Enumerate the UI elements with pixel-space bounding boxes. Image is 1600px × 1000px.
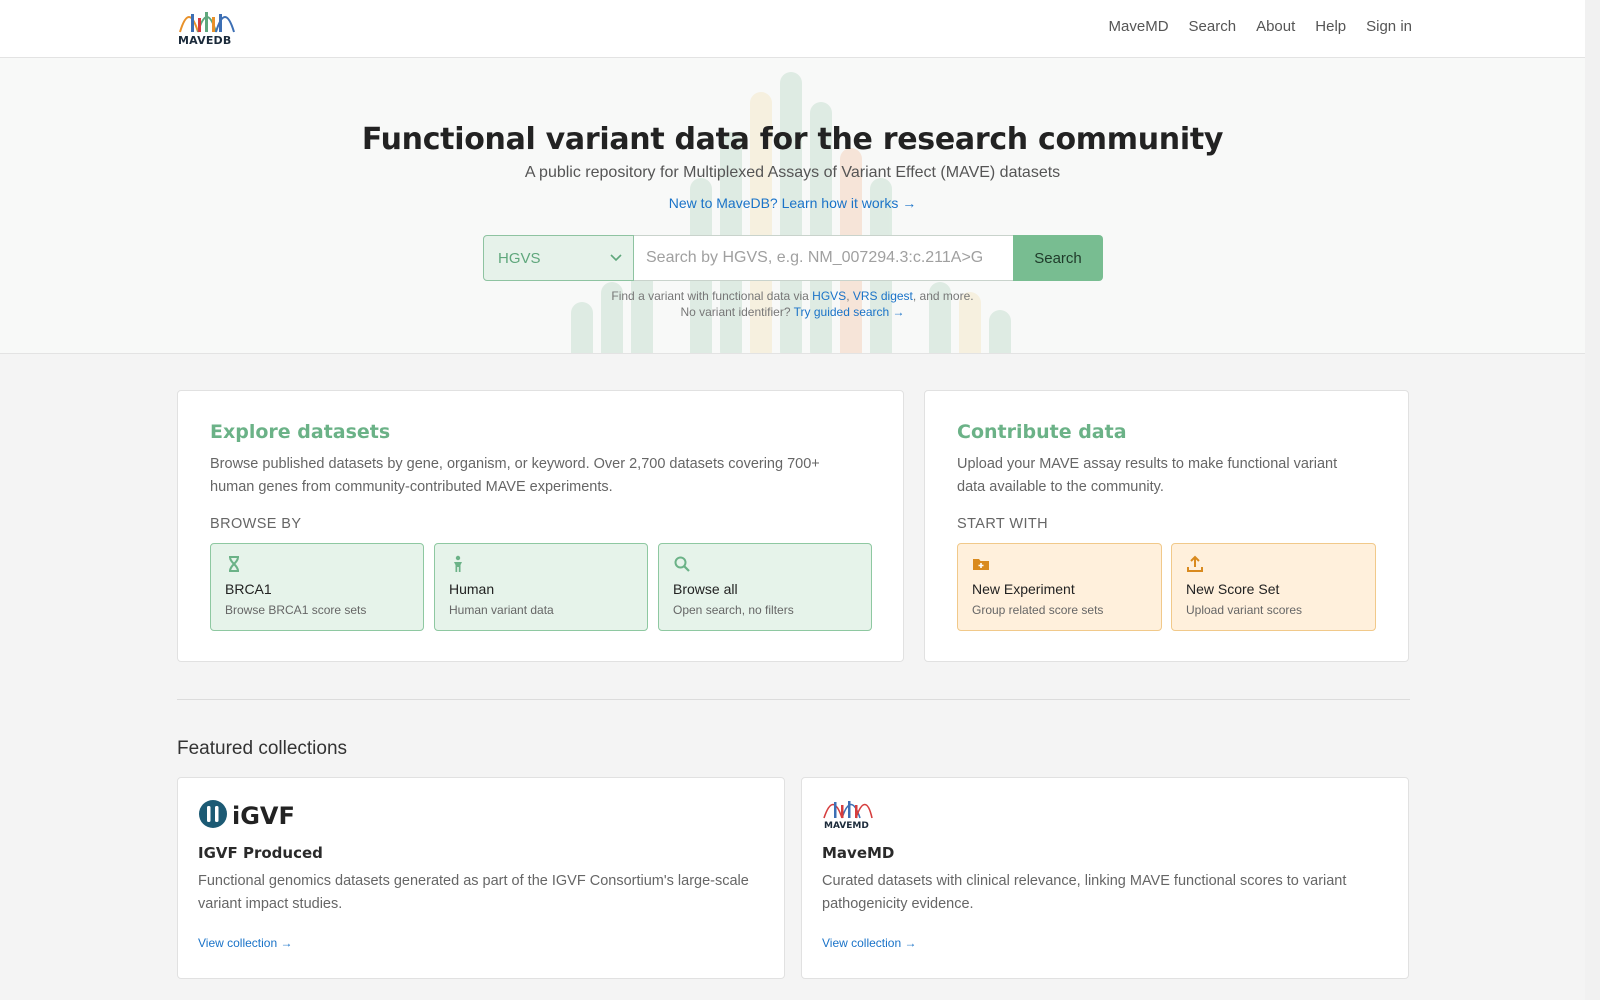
tile-browse-all[interactable]: Browse all Open search, no filters bbox=[658, 543, 872, 631]
hint-prefix: Find a variant with functional data via bbox=[611, 289, 813, 303]
top-navbar: MAVEDB MaveMD Search About Help Sign in bbox=[0, 0, 1585, 58]
section-divider bbox=[177, 699, 1410, 700]
mavemd-logo: MAVEMD bbox=[823, 801, 873, 830]
nav-about[interactable]: About bbox=[1256, 18, 1295, 35]
tile-browse-all-title: Browse all bbox=[673, 581, 738, 597]
explore-title: Explore datasets bbox=[210, 421, 391, 443]
hero-title: Functional variant data for the research… bbox=[361, 122, 1224, 157]
tile-brca1[interactable]: BRCA1 Browse BRCA1 score sets bbox=[210, 543, 424, 631]
hint2-prefix: No variant identifier? bbox=[680, 305, 794, 319]
collection-card-igvf: iGVF IGVF Produced Functional genomics d… bbox=[177, 777, 785, 979]
collection-igvf-name: IGVF Produced bbox=[198, 844, 323, 862]
featured-collections-title: Featured collections bbox=[177, 738, 348, 759]
logo-text: MAVEDB bbox=[178, 34, 232, 47]
collection-igvf-description: Functional genomics datasets generated a… bbox=[198, 873, 749, 912]
start-with-label: START WITH bbox=[957, 516, 1048, 532]
vrs-digest-link[interactable]: VRS digest bbox=[853, 289, 913, 303]
explore-datasets-card: Explore datasets Browse published datase… bbox=[177, 390, 904, 662]
folder-plus-icon bbox=[973, 559, 989, 570]
person-icon bbox=[454, 555, 462, 572]
hint-suffix: , and more. bbox=[912, 289, 974, 303]
hgvs-link[interactable]: HGVS bbox=[812, 289, 846, 303]
guided-search-link[interactable]: Try guided search → bbox=[794, 305, 905, 319]
tile-human-subtitle: Human variant data bbox=[449, 603, 554, 617]
collection-igvf-view-link[interactable]: View collection → bbox=[198, 936, 293, 950]
search-hint-line-2: No variant identifier? Try guided search… bbox=[0, 305, 1585, 319]
logo-icon bbox=[179, 12, 235, 33]
nav-sign-in[interactable]: Sign in bbox=[1366, 18, 1412, 35]
search-icon bbox=[674, 556, 690, 572]
collection-mavemd-view-link[interactable]: View collection → bbox=[822, 936, 917, 950]
explore-description: Browse published datasets by gene, organ… bbox=[210, 456, 820, 495]
search-button[interactable]: Search bbox=[1013, 235, 1103, 281]
tile-new-experiment[interactable]: New Experiment Group related score sets bbox=[957, 543, 1162, 631]
tile-new-experiment-subtitle: Group related score sets bbox=[972, 603, 1104, 617]
main-nav: MaveMD Search About Help Sign in bbox=[1109, 18, 1412, 35]
dna-icon bbox=[229, 556, 239, 572]
tile-browse-all-subtitle: Open search, no filters bbox=[673, 603, 794, 617]
search-bar: HGVS Search bbox=[483, 235, 1103, 281]
search-type-value: HGVS bbox=[498, 250, 541, 267]
tile-brca1-subtitle: Browse BRCA1 score sets bbox=[225, 603, 367, 617]
mavemd-logo-text: MAVEMD bbox=[824, 821, 869, 830]
page: MAVEDB MaveMD Search About Help Sign in bbox=[0, 0, 1585, 1000]
collection-card-mavemd: MAVEMD MaveMD Curated datasets with clin… bbox=[801, 777, 1409, 979]
hero-subtitle: A public repository for Multiplexed Assa… bbox=[524, 164, 1061, 181]
upload-icon bbox=[1187, 555, 1203, 572]
collection-mavemd-description: Curated datasets with clinical relevance… bbox=[822, 873, 1347, 912]
contribute-data-card: Contribute data Upload your MAVE assay r… bbox=[924, 390, 1409, 662]
tile-human-title: Human bbox=[449, 581, 495, 597]
nav-help[interactable]: Help bbox=[1315, 18, 1346, 35]
igvf-logo: iGVF bbox=[199, 800, 293, 830]
page-scrollbar[interactable] bbox=[1585, 0, 1600, 1000]
hint-separator: , bbox=[846, 289, 853, 303]
tile-human[interactable]: Human Human variant data bbox=[434, 543, 648, 631]
hero-section: Functional variant data for the research… bbox=[0, 58, 1585, 354]
tile-new-score-set[interactable]: New Score Set Upload variant scores bbox=[1171, 543, 1376, 631]
nav-mavemd[interactable]: MaveMD bbox=[1109, 18, 1169, 35]
chevron-down-icon bbox=[610, 254, 622, 262]
search-hint-line-1: Find a variant with functional data via … bbox=[0, 289, 1585, 303]
search-type-select[interactable]: HGVS bbox=[483, 235, 634, 281]
tile-new-score-set-subtitle: Upload variant scores bbox=[1186, 603, 1303, 617]
contribute-title: Contribute data bbox=[957, 421, 1127, 443]
nav-search[interactable]: Search bbox=[1189, 18, 1237, 35]
tile-new-experiment-title: New Experiment bbox=[972, 581, 1075, 597]
tile-brca1-title: BRCA1 bbox=[225, 581, 272, 597]
collection-mavemd-name: MaveMD bbox=[822, 844, 895, 862]
learn-more-link[interactable]: New to MaveDB? Learn how it works → bbox=[669, 195, 916, 211]
browse-by-label: BROWSE BY bbox=[210, 516, 302, 532]
contribute-description: Upload your MAVE assay results to make f… bbox=[957, 456, 1338, 495]
mavedb-logo[interactable]: MAVEDB bbox=[178, 8, 238, 48]
search-input[interactable] bbox=[634, 235, 1013, 281]
igvf-logo-text: iGVF bbox=[232, 802, 293, 830]
tile-new-score-set-title: New Score Set bbox=[1186, 581, 1280, 597]
learn-more-link-wrap: New to MaveDB? Learn how it works → bbox=[0, 195, 1585, 211]
